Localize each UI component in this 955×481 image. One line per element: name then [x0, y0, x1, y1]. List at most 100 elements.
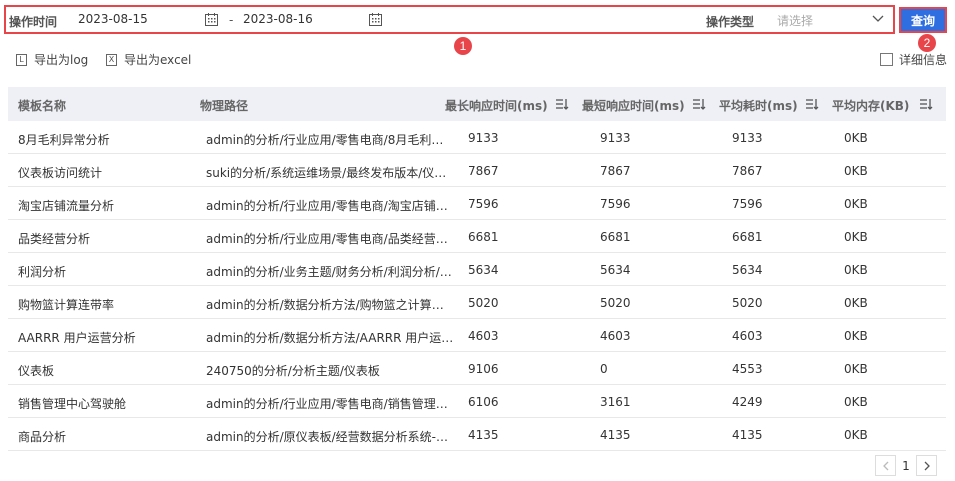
cell-template-name: 品类经营分析: [18, 232, 91, 246]
cell-path: admin的分析/行业应用/零售电商/销售管理中心驾驶舱: [206, 397, 454, 411]
cell-template-name: 淘宝店铺流量分析: [18, 199, 115, 213]
cell-template-name: 购物篮计算连带率: [18, 298, 115, 312]
cell-avg-mem: 0KB: [844, 428, 868, 442]
sort-icon[interactable]: [805, 97, 819, 111]
table-row[interactable]: 8月毛利异常分析 admin的分析/行业应用/零售电商/8月毛利异常分析 913…: [8, 121, 946, 154]
excel-file-icon: X: [106, 53, 117, 66]
cell-max-resp: 4135: [468, 428, 499, 442]
cell-path: admin的分析/行业应用/零售电商/8月毛利异常分析: [206, 133, 454, 147]
column-header-min-resp: 最短响应时间(ms): [582, 99, 685, 113]
cell-path: admin的分析/行业应用/零售电商/品类经营分析: [206, 232, 454, 246]
sort-icon[interactable]: [919, 97, 933, 111]
cell-min-resp: 6681: [600, 230, 631, 244]
cell-max-resp: 4603: [468, 329, 499, 343]
prev-page-button[interactable]: [875, 455, 896, 476]
end-date-input[interactable]: 2023-08-16: [243, 12, 313, 26]
current-page[interactable]: 1: [896, 459, 916, 473]
detail-info-label: 详细信息: [898, 53, 947, 67]
cell-avg-mem: 0KB: [844, 263, 868, 277]
table-row[interactable]: 利润分析 admin的分析/业务主题/财务分析/利润分析/利润分析 5634 5…: [8, 253, 946, 286]
cell-min-resp: 0: [600, 362, 608, 376]
column-header-avg-time: 平均耗时(ms): [719, 99, 798, 113]
table-row[interactable]: 仪表板 240750的分析/分析主题/仪表板 9106 0 4553 0KB: [8, 352, 946, 385]
cell-path: admin的分析/原仪表板/经营数据分析系统-李四: [206, 430, 454, 444]
filter-bar: 操作时间 2023-08-15 - 2023-08-16 操作类型 请选择: [4, 5, 895, 34]
sort-icon[interactable]: [692, 97, 706, 111]
cell-template-name: 仪表板: [18, 364, 55, 378]
export-log-label: 导出为log: [34, 53, 89, 67]
operation-time-label: 操作时间: [9, 15, 58, 29]
cell-avg-time: 4135: [732, 428, 763, 442]
cell-path: admin的分析/数据分析方法/购物篮之计算连带率: [206, 298, 454, 312]
cell-avg-mem: 0KB: [844, 395, 868, 409]
pagination: 1: [875, 455, 937, 476]
cell-max-resp: 6681: [468, 230, 499, 244]
table-row[interactable]: 仪表板访问统计 suki的分析/系统运维场景/最终发布版本/仪表板访问统计 78…: [8, 154, 946, 187]
cell-path: 240750的分析/分析主题/仪表板: [206, 364, 380, 378]
cell-max-resp: 5020: [468, 296, 499, 310]
log-file-icon: L: [16, 53, 27, 66]
cell-avg-mem: 0KB: [844, 164, 868, 178]
sort-icon[interactable]: [555, 97, 569, 111]
cell-avg-time: 7867: [732, 164, 763, 178]
table-row[interactable]: 淘宝店铺流量分析 admin的分析/行业应用/零售电商/淘宝店铺流量分析 759…: [8, 187, 946, 220]
cell-max-resp: 9106: [468, 362, 499, 376]
cell-min-resp: 7867: [600, 164, 631, 178]
cell-avg-time: 5020: [732, 296, 763, 310]
start-date-input[interactable]: 2023-08-15: [78, 12, 148, 26]
cell-avg-time: 4553: [732, 362, 763, 376]
cell-path: admin的分析/数据分析方法/AARRR 用户运营分析: [206, 331, 454, 345]
operation-type-select[interactable]: 请选择: [777, 12, 813, 29]
performance-table: 模板名称 物理路径 最长响应时间(ms) 最短响应时间(ms) 平均耗时(ms)…: [8, 87, 946, 451]
cell-template-name: 销售管理中心驾驶舱: [18, 397, 127, 411]
cell-max-resp: 9133: [468, 131, 499, 145]
table-row[interactable]: AARRR 用户运营分析 admin的分析/数据分析方法/AARRR 用户运营分…: [8, 319, 946, 352]
cell-template-name: AARRR 用户运营分析: [18, 331, 136, 345]
cell-min-resp: 4603: [600, 329, 631, 343]
cell-avg-mem: 0KB: [844, 362, 868, 376]
export-log-button[interactable]: L 导出为log: [16, 51, 88, 68]
annotation-badge-2: 2: [918, 34, 936, 52]
table-row[interactable]: 商品分析 admin的分析/原仪表板/经营数据分析系统-李四 4135 4135…: [8, 418, 946, 451]
export-excel-label: 导出为excel: [124, 53, 192, 67]
cell-avg-time: 7596: [732, 197, 763, 211]
export-excel-button[interactable]: X 导出为excel: [106, 51, 191, 68]
cell-min-resp: 9133: [600, 131, 631, 145]
cell-path: admin的分析/业务主题/财务分析/利润分析/利润分析: [206, 265, 454, 279]
cell-avg-time: 5634: [732, 263, 763, 277]
query-button[interactable]: 查询: [899, 7, 947, 33]
column-header-avg-mem: 平均内存(KB): [832, 99, 910, 113]
cell-min-resp: 5020: [600, 296, 631, 310]
detail-info-checkbox[interactable]: [879, 53, 893, 66]
cell-avg-time: 6681: [732, 230, 763, 244]
detail-info-toggle[interactable]: 详细信息: [879, 51, 947, 68]
cell-avg-mem: 0KB: [844, 296, 868, 310]
operation-type-label: 操作类型: [706, 15, 755, 29]
column-header-name: 模板名称: [18, 99, 67, 113]
cell-path: admin的分析/行业应用/零售电商/淘宝店铺流量分析: [206, 199, 454, 213]
calendar-icon[interactable]: [205, 13, 218, 26]
table-row[interactable]: 购物篮计算连带率 admin的分析/数据分析方法/购物篮之计算连带率 5020 …: [8, 286, 946, 319]
cell-max-resp: 5634: [468, 263, 499, 277]
cell-min-resp: 5634: [600, 263, 631, 277]
cell-path: suki的分析/系统运维场景/最终发布版本/仪表板访问统计: [206, 166, 454, 180]
date-separator: -: [229, 13, 234, 27]
table-row[interactable]: 销售管理中心驾驶舱 admin的分析/行业应用/零售电商/销售管理中心驾驶舱 6…: [8, 385, 946, 418]
column-header-path: 物理路径: [200, 99, 249, 113]
next-page-button[interactable]: [916, 455, 937, 476]
cell-avg-mem: 0KB: [844, 329, 868, 343]
cell-template-name: 仪表板访问统计: [18, 166, 103, 180]
chevron-left-icon: [882, 461, 888, 470]
column-header-max-resp: 最长响应时间(ms): [445, 99, 548, 113]
calendar-icon[interactable]: [369, 13, 382, 26]
chevron-right-icon: [924, 461, 930, 470]
cell-avg-mem: 0KB: [844, 131, 868, 145]
cell-min-resp: 4135: [600, 428, 631, 442]
cell-min-resp: 7596: [600, 197, 631, 211]
table-row[interactable]: 品类经营分析 admin的分析/行业应用/零售电商/品类经营分析 6681 66…: [8, 220, 946, 253]
cell-max-resp: 7867: [468, 164, 499, 178]
chevron-down-icon[interactable]: [872, 15, 884, 23]
cell-avg-time: 4249: [732, 395, 763, 409]
cell-max-resp: 7596: [468, 197, 499, 211]
cell-template-name: 商品分析: [18, 430, 67, 444]
